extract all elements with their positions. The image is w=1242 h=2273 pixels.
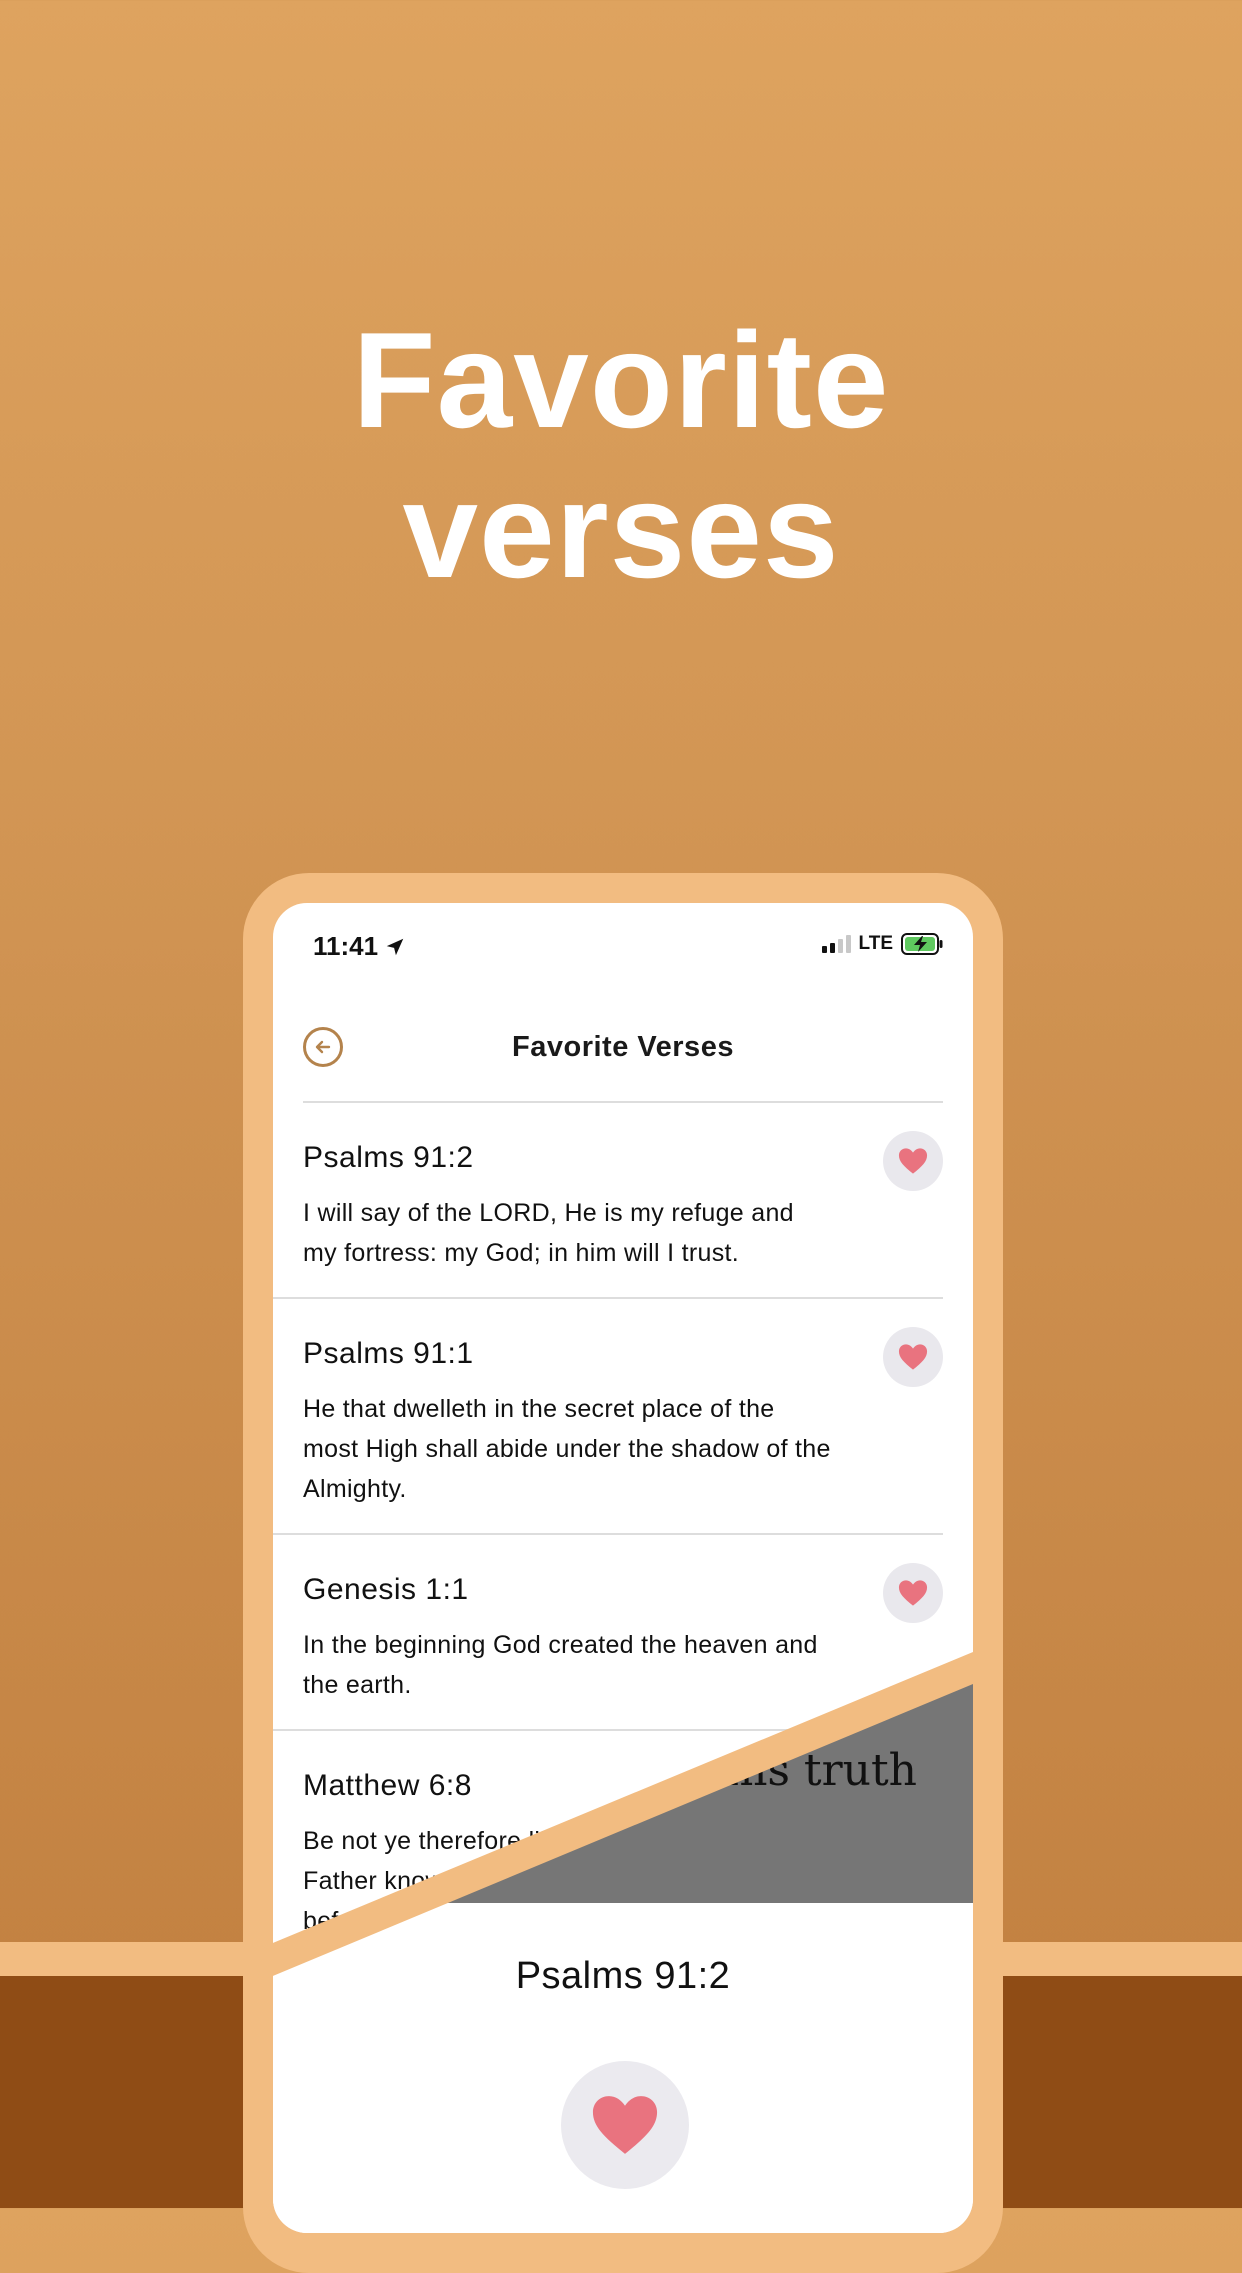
heart-icon (898, 1344, 928, 1370)
detail-favorite-button[interactable] (561, 2061, 689, 2189)
status-bar: 11:41 LTE (273, 903, 973, 983)
page-title: Favorite Verses (512, 1031, 734, 1063)
verse-reference: Genesis 1:1 (303, 1573, 469, 1606)
verse-reference: Psalms 91:1 (303, 1337, 474, 1370)
status-time: 11:41 (313, 931, 406, 962)
favorite-button[interactable] (883, 1327, 943, 1387)
signal-icon (821, 935, 851, 953)
detail-reference: Psalms 91:2 (515, 1955, 731, 1997)
status-time-label: 11:41 (313, 931, 379, 961)
battery-charging-icon (901, 933, 943, 955)
status-indicators: LTE (821, 933, 943, 955)
verse-text: In the beginning God created the heaven … (303, 1631, 818, 1699)
detail-card: Psalms 91:2 (273, 1903, 973, 2233)
heart-icon (898, 1580, 928, 1606)
heart-icon (592, 2096, 658, 2154)
network-label: LTE (858, 933, 893, 954)
heart-icon (898, 1148, 928, 1174)
headline-line-1: Favorite (352, 304, 890, 456)
nav-bar: Favorite Verses (273, 1013, 973, 1093)
verse-text: I will say of the LORD, He is my refuge … (303, 1199, 794, 1267)
favorite-button[interactable] (883, 1563, 943, 1623)
favorite-button[interactable] (883, 1131, 943, 1191)
verse-item[interactable]: Psalms 91:1 He that dwelleth in the secr… (273, 1299, 943, 1535)
verse-text: He that dwelleth in the secret place of … (303, 1395, 831, 1503)
verse-item[interactable]: Genesis 1:1 In the beginning God created… (273, 1535, 943, 1731)
phone-screen: 11:41 LTE Favorite Verses Psalms 91:2 I … (273, 903, 973, 2233)
verse-reference: Psalms 91:2 (303, 1141, 474, 1174)
headline: Favorite verses (0, 305, 1242, 605)
location-arrow-icon (386, 938, 404, 955)
headline-line-2: verses (402, 454, 840, 606)
verse-item[interactable]: Psalms 91:2 I will say of the LORD, He i… (273, 1103, 943, 1299)
